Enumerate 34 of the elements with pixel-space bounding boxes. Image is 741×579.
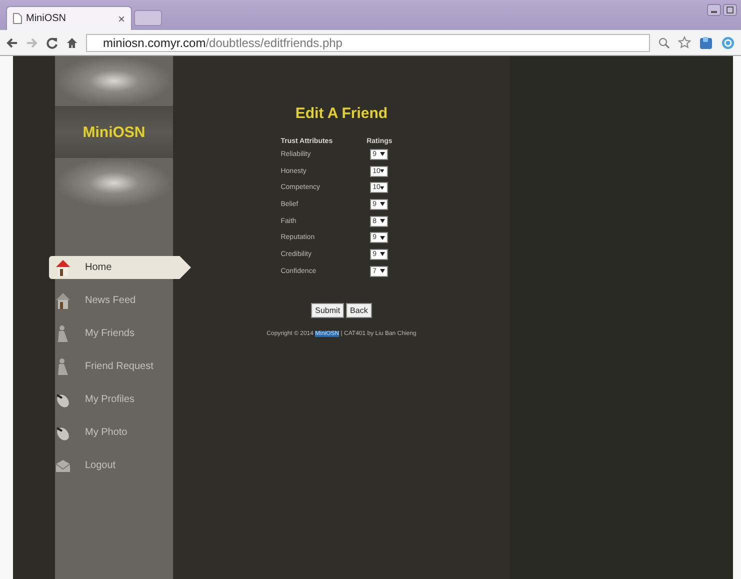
home-icon[interactable] bbox=[66, 36, 78, 48]
caret-icon bbox=[380, 236, 385, 240]
page-icon bbox=[13, 13, 22, 24]
form-button[interactable]: Back bbox=[346, 302, 372, 318]
globe-icon[interactable] bbox=[721, 36, 735, 50]
minimize-icon[interactable] bbox=[707, 4, 721, 16]
extension-icon[interactable] bbox=[699, 36, 713, 50]
caret-icon bbox=[380, 269, 385, 274]
house-icon bbox=[55, 292, 71, 310]
reload-icon[interactable] bbox=[46, 36, 58, 48]
mouse-icon bbox=[55, 392, 71, 408]
caret-icon bbox=[380, 152, 385, 156]
menu-item[interactable]: Home bbox=[49, 256, 191, 279]
envelope-icon bbox=[55, 458, 71, 472]
person-icon bbox=[55, 358, 71, 376]
caret-icon bbox=[380, 202, 385, 206]
person-icon bbox=[55, 324, 71, 342]
maximize-icon[interactable] bbox=[723, 4, 737, 16]
page-title: Edit A Friend bbox=[295, 105, 388, 122]
close-tab-button[interactable]: × bbox=[118, 12, 125, 26]
caret-icon bbox=[380, 186, 385, 190]
caret-icon bbox=[380, 219, 385, 224]
caret-icon bbox=[380, 252, 385, 256]
caret-icon bbox=[380, 169, 385, 174]
site-logo[interactable]: MiniOSN bbox=[82, 124, 146, 140]
tab-title: MiniOSN bbox=[26, 13, 68, 24]
form-button[interactable]: Submit bbox=[311, 302, 344, 318]
address-field[interactable]: miniosn.comyr.com/doubtless/editfriends.php bbox=[86, 34, 650, 52]
star-icon[interactable] bbox=[678, 36, 691, 49]
browser-tab[interactable]: MiniOSN × bbox=[6, 6, 132, 30]
mouse-icon bbox=[55, 424, 71, 440]
zoom-icon[interactable] bbox=[658, 36, 670, 48]
back-icon[interactable] bbox=[6, 36, 18, 48]
house-icon bbox=[55, 258, 71, 276]
